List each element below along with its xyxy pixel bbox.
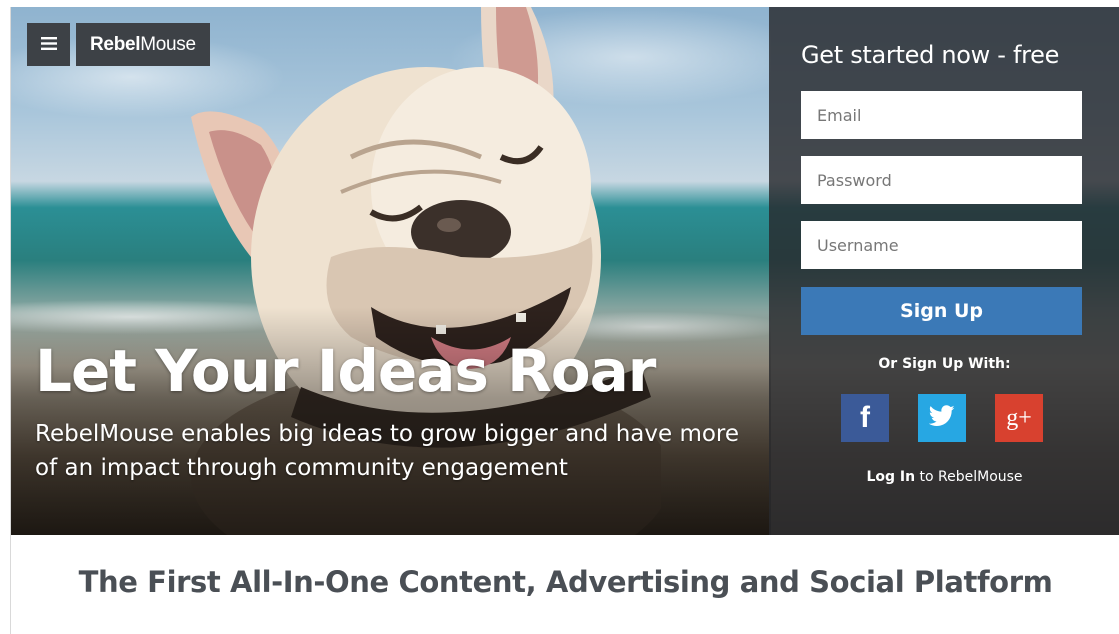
facebook-icon: f [860, 401, 870, 434]
page-tagline: The First All-In-One Content, Advertisin… [78, 565, 1053, 599]
twitter-signup-button[interactable] [918, 394, 966, 442]
twitter-icon [928, 405, 955, 431]
password-field[interactable] [801, 156, 1082, 204]
hamburger-menu-icon [40, 35, 57, 54]
username-field[interactable] [801, 221, 1082, 269]
hero-subtitle: RebelMouse enables big ideas to grow big… [35, 421, 740, 481]
log-in-suffix: to RebelMouse [915, 469, 1023, 485]
hero-section: Rebel Mouse Let Your Ideas Roar RebelMous… [11, 7, 1119, 535]
brand-logo-light: Mouse [140, 33, 196, 55]
google-plus-signup-button[interactable]: g+ [995, 394, 1043, 442]
google-plus-icon: g+ [1006, 404, 1032, 431]
brand-logo-bold: Rebel [90, 33, 141, 55]
brand-logo[interactable]: Rebel Mouse [76, 23, 210, 66]
email-field[interactable] [801, 91, 1082, 139]
signup-panel: Get started now - free Sign Up Or Sign U… [769, 7, 1119, 535]
login-link-row: Log In to RebelMouse [769, 469, 1119, 485]
facebook-signup-button[interactable]: f [841, 394, 889, 442]
page-frame: Rebel Mouse Let Your Ideas Roar RebelMous… [10, 7, 1119, 634]
signup-title: Get started now - free [801, 41, 1060, 69]
social-signup-label: Or Sign Up With: [878, 356, 1011, 372]
log-in-link[interactable]: Log In [866, 469, 915, 485]
hero-title: Let Your Ideas Roar [35, 337, 656, 405]
sign-up-button[interactable]: Sign Up [801, 287, 1082, 335]
menu-button[interactable] [27, 23, 70, 66]
